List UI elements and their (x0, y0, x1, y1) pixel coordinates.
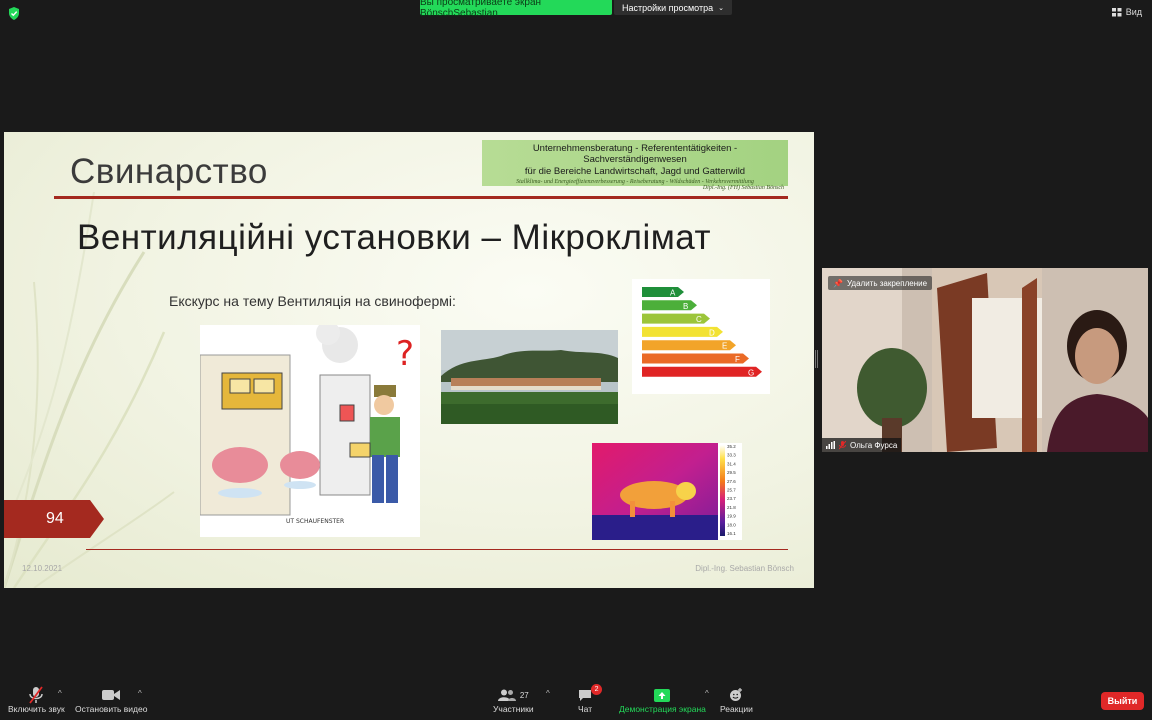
microphone-muted-icon (29, 686, 44, 704)
thermal-scale-tick: 25.7 (727, 488, 736, 493)
thermal-pig-image: 35.2 33.3 31.4 29.5 27.6 25.7 23.7 21.8 19.9 18.0… (592, 443, 742, 540)
thermal-scale-tick: 23.7 (727, 496, 736, 501)
energy-class-label-A: A (670, 289, 676, 298)
cartoon-pigs-farmer-image: ? UT SCHAUFENSTER (200, 325, 420, 537)
audio-options-caret[interactable]: ^ (58, 689, 62, 698)
energy-class-bar-G (642, 366, 762, 377)
participants-icon (497, 689, 516, 701)
share-screen-icon (654, 688, 671, 702)
mic-muted-icon (839, 440, 846, 449)
chat-button[interactable]: 2 Чат (578, 684, 603, 714)
splitter-handle[interactable] (815, 350, 818, 368)
thermal-scale-tick: 29.5 (727, 470, 736, 475)
energy-class-bar-F (642, 353, 749, 364)
footer-divider (86, 549, 788, 550)
shield-icon[interactable] (8, 7, 20, 20)
energy-efficiency-chart: ABCDEFG (632, 279, 770, 394)
participant-video-feed (822, 268, 1148, 452)
participants-options-caret[interactable]: ^ (546, 689, 550, 698)
meeting-controls-toolbar: Включить звук ^ Остановить видео ^ 27 Уч… (0, 680, 1152, 720)
smiley-add-icon (730, 688, 743, 701)
participants-button[interactable]: 27 Участники (493, 686, 534, 714)
page-number: 94 (46, 510, 64, 527)
video-camera-icon (102, 690, 121, 700)
participants-count: 27 (519, 690, 529, 700)
energy-class-label-E: E (722, 342, 727, 351)
chevron-down-icon: ⌄ (718, 4, 725, 12)
energy-class-label-B: B (683, 302, 688, 311)
signal-strength-icon (826, 441, 835, 449)
thermal-scale-tick: 35.2 (727, 444, 736, 449)
reactions-button[interactable]: Реакции (720, 686, 753, 714)
logo-line-2: für die Bereiche Landwirtschaft, Jagd un… (524, 166, 746, 177)
view-button-label: Вид (1125, 7, 1142, 17)
unpin-button[interactable]: 📌 Удалить закрепление (828, 276, 933, 290)
slide-subtitle: Вентиляційні установки – Мікроклімат (77, 218, 712, 257)
title-divider (54, 196, 788, 199)
logo-line-1: Unternehmensberatung - Referententätigke… (532, 143, 738, 165)
unpin-label: Удалить закрепление (846, 278, 928, 288)
view-button[interactable]: Вид (1111, 7, 1142, 17)
chat-label: Чат (578, 704, 593, 714)
share-options-caret[interactable]: ^ (705, 689, 709, 698)
screen-share-banner: Вы просматриваете экран BönschSebastian (420, 0, 612, 19)
energy-class-bar-B (642, 300, 697, 311)
thermal-scale-tick: 27.6 (727, 479, 736, 484)
energy-class-label-F: F (735, 355, 740, 364)
participant-video-tile[interactable]: 📌 Удалить закрепление Ольга Фурса (822, 268, 1148, 452)
pin-icon: 📌 (833, 278, 843, 288)
chat-bubble-icon (579, 689, 592, 701)
stop-video-label: Остановить видео (75, 704, 148, 714)
slide-date: 12.10.2021 (22, 564, 63, 573)
cartoon-caption: UT SCHAUFENSTER (286, 518, 344, 525)
company-logo-banner: Unternehmensberatung - Referententätigke… (482, 140, 788, 191)
view-settings-button[interactable]: Настройки просмотра ⌄ (614, 0, 732, 15)
unmute-button[interactable]: Включить звук (8, 686, 65, 714)
slide-title: Свинарство (70, 152, 268, 191)
unmute-label: Включить звук (8, 704, 65, 714)
svg-text:?: ? (396, 334, 414, 374)
logo-line-4: Dipl.-Ing. (FH) Sebastian Bönsch (702, 185, 784, 191)
leave-meeting-button[interactable]: Выйти (1101, 692, 1144, 710)
thermal-scale-tick: 16.1 (727, 531, 736, 536)
energy-class-bar-A (642, 287, 684, 297)
video-options-caret[interactable]: ^ (138, 689, 142, 698)
thermal-scale-tick: 31.4 (727, 461, 736, 466)
shared-screen-slide: Свинарство Unternehmensberatung - Refere… (4, 132, 814, 588)
thermal-scale-tick: 18.0 (727, 522, 736, 527)
stop-video-button[interactable]: Остановить видео (75, 686, 147, 714)
view-settings-label: Настройки просмотра (621, 2, 714, 13)
grid-view-icon (1111, 7, 1122, 16)
thermal-scale-tick: 19.9 (727, 514, 736, 519)
participant-name: Ольга Фурса (850, 440, 898, 450)
reactions-label: Реакции (720, 704, 753, 714)
slide-author: Dipl.-Ing. Sebastian Bönsch (695, 564, 794, 573)
chat-unread-badge: 2 (591, 684, 603, 695)
energy-class-label-C: C (696, 315, 702, 324)
share-screen-label: Демонстрация экрана (619, 704, 706, 714)
participant-name-tag: Ольга Фурса (822, 438, 902, 452)
energy-class-label-G: G (748, 368, 754, 377)
thermal-scale-tick: 33.3 (727, 453, 736, 458)
energy-class-label-D: D (709, 328, 715, 337)
slide-body-text: Екскурс на тему Вентиляція на свинофермі… (169, 293, 456, 309)
share-screen-button[interactable]: Демонстрация экрана (619, 686, 706, 714)
participants-label: Участники (493, 704, 534, 714)
thermal-scale-tick: 21.8 (727, 505, 736, 510)
zoom-window: Вы просматриваете экран BönschSebastian … (0, 0, 1152, 720)
pig-farm-photo (441, 330, 618, 424)
